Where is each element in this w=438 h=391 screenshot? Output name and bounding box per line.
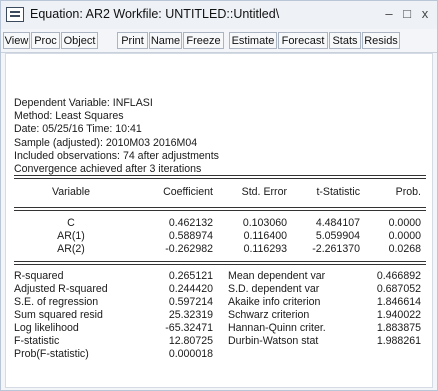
stat-value: 1.940022 xyxy=(376,309,421,321)
dependent-variable-line: Dependent Variable: INFLASI xyxy=(14,97,153,109)
prob-ar2: 0.0268 xyxy=(388,243,421,255)
stderr-c: 0.103060 xyxy=(242,217,287,229)
stat-value: 1.988261 xyxy=(376,335,421,347)
stat-label: Log likelihood xyxy=(14,322,79,334)
equation-window-icon[interactable] xyxy=(6,7,24,22)
tstat-c: 4.484107 xyxy=(315,217,360,229)
stderr-ar1: 0.116400 xyxy=(243,230,287,242)
estimate-button[interactable]: Estimate xyxy=(229,32,277,49)
observations-line: Included observations: 74 after adjustme… xyxy=(14,149,219,162)
forecast-button[interactable]: Forecast xyxy=(278,32,328,49)
coef-ar1: 0.588974 xyxy=(168,230,213,242)
col-header-coefficient: Coefficient xyxy=(163,186,213,198)
freeze-button[interactable]: Freeze xyxy=(183,32,224,49)
window-title: Equation: AR2 Workfile: UNTITLED::Untitl… xyxy=(30,7,280,21)
stats-top-rule-2 xyxy=(14,264,426,265)
equation-output[interactable]: Dependent Variable: INFLASI Method: Leas… xyxy=(5,53,433,388)
col-header-variable: Variable xyxy=(51,186,91,198)
title-bar[interactable]: Equation: AR2 Workfile: UNTITLED::Untitl… xyxy=(1,1,437,29)
stat-value: 12.80725 xyxy=(168,335,213,347)
name-button[interactable]: Name xyxy=(149,32,182,49)
stat-label: Schwarz criterion xyxy=(228,309,310,321)
equation-window: Equation: AR2 Workfile: UNTITLED::Untitl… xyxy=(0,0,438,391)
coef-c: 0.462132 xyxy=(168,217,213,229)
stat-label: Sum squared resid xyxy=(14,309,103,321)
stat-label: R-squared xyxy=(14,270,64,282)
tstat-ar2: -2.261370 xyxy=(312,243,360,255)
minimize-icon[interactable]: – xyxy=(381,5,397,23)
stat-value: 0.000018 xyxy=(168,348,213,360)
close-icon[interactable]: x xyxy=(417,5,433,23)
object-button[interactable]: Object xyxy=(61,32,98,49)
stats-button[interactable]: Stats xyxy=(329,32,361,49)
table-header-rule xyxy=(14,207,426,208)
col-header-t-statistic: t-Statistic xyxy=(316,186,360,198)
stat-label: F-statistic xyxy=(14,335,60,347)
stderr-ar2: 0.116293 xyxy=(243,243,287,255)
sample-line: Sample (adjusted): 2010M03 2016M04 xyxy=(14,136,198,149)
print-button[interactable]: Print xyxy=(117,32,148,49)
stat-label: Hannan-Quinn criter. xyxy=(228,322,326,334)
estimation-header: Dependent Variable: INFLASI Method: Leas… xyxy=(14,97,219,176)
var-name-c: C xyxy=(67,217,75,229)
stat-value: -65.32471 xyxy=(165,322,213,334)
stat-value: 0.597214 xyxy=(168,296,213,308)
maximize-icon[interactable]: □ xyxy=(399,5,415,23)
coef-ar2: -0.262982 xyxy=(165,243,213,255)
stat-value: 25.32319 xyxy=(168,309,213,321)
stat-label: Akaike info criterion xyxy=(228,296,321,308)
stat-value: 0.466892 xyxy=(376,270,421,282)
method-line: Method: Least Squares xyxy=(14,110,124,123)
toolbar: View Proc Object Print Name Freeze Estim… xyxy=(1,29,437,53)
stats-top-rule xyxy=(14,261,426,262)
proc-button[interactable]: Proc xyxy=(31,32,60,49)
var-name-ar1: AR(1) xyxy=(57,230,85,242)
col-header-prob: Prob. xyxy=(395,186,421,198)
table-top-rule xyxy=(14,175,426,176)
tstat-ar1: 5.059904 xyxy=(315,230,360,242)
stat-label: S.D. dependent var xyxy=(228,283,320,295)
stat-value: 1.846614 xyxy=(376,296,421,308)
stat-value: 0.244420 xyxy=(168,283,213,295)
col-header-std-error: Std. Error xyxy=(241,186,287,198)
stat-value: 0.687052 xyxy=(376,283,421,295)
stat-label: Prob(F-statistic) xyxy=(14,348,89,360)
stat-value: 0.265121 xyxy=(168,270,213,282)
stat-label: Durbin-Watson stat xyxy=(228,335,319,347)
table-header-rule-2 xyxy=(14,210,426,211)
prob-c: 0.0000 xyxy=(388,217,421,229)
view-button[interactable]: View xyxy=(3,32,30,49)
table-top-rule-2 xyxy=(14,178,426,179)
resids-button[interactable]: Resids xyxy=(362,32,400,49)
var-name-ar2: AR(2) xyxy=(57,243,85,255)
stat-label: Adjusted R-squared xyxy=(14,283,108,295)
stat-value: 1.883875 xyxy=(376,322,421,334)
stat-label: S.E. of regression xyxy=(14,296,99,308)
date-time-line: Date: 05/25/16 Time: 10:41 xyxy=(14,123,142,136)
prob-ar1: 0.0000 xyxy=(388,230,421,242)
stat-label: Mean dependent var xyxy=(228,270,326,282)
